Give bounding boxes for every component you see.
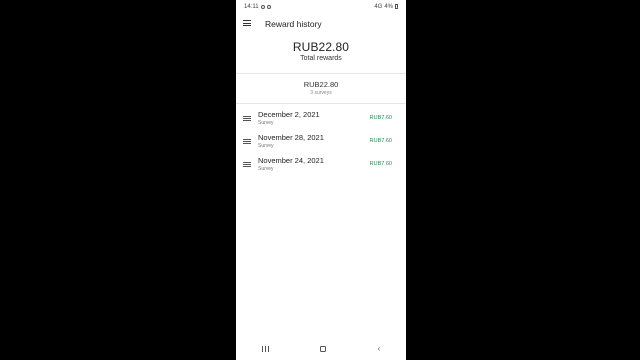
reward-amount: RUB7.60 xyxy=(369,138,392,144)
battery-label: 4% xyxy=(384,3,393,10)
reward-date: November 28, 2021 xyxy=(258,133,324,142)
reward-date: November 24, 2021 xyxy=(258,156,324,165)
list-icon xyxy=(243,116,251,122)
list-icon xyxy=(243,162,251,168)
nav-recent-apps-icon[interactable] xyxy=(261,346,269,352)
reward-type: Survey xyxy=(258,143,274,149)
nav-home-icon[interactable] xyxy=(320,346,327,352)
menu-icon[interactable] xyxy=(243,20,251,26)
divider xyxy=(236,103,406,104)
reward-date: December 2, 2021 xyxy=(258,110,320,119)
subtotal-amount: RUB22.80 xyxy=(303,80,339,89)
status-bar: 14:11 4G 4% xyxy=(236,0,406,13)
status-time: 14:11 xyxy=(244,3,259,10)
total-rewards-label: Total rewards xyxy=(300,55,342,62)
total-rewards-amount: RUB22.80 xyxy=(292,40,350,54)
reward-list: December 2, 2021 Survey RUB7.60 November… xyxy=(236,109,406,178)
page-title: Reward history xyxy=(265,19,322,29)
signal-label: 4G xyxy=(374,3,383,10)
status-right: 4G 4% xyxy=(374,4,398,10)
settings-status-icon xyxy=(260,4,265,9)
total-summary: RUB22.80 Total rewards xyxy=(236,40,406,62)
reward-amount: RUB7.60 xyxy=(369,115,392,121)
phone-screen: 14:11 4G 4% Reward history RUB22.80 Tota… xyxy=(236,0,406,360)
notification-status-icon xyxy=(266,4,271,9)
list-item[interactable]: November 24, 2021 Survey RUB7.60 xyxy=(236,155,406,178)
list-item[interactable]: December 2, 2021 Survey RUB7.60 xyxy=(236,109,406,132)
app-bar: Reward history xyxy=(236,14,406,34)
reward-type: Survey xyxy=(258,120,274,126)
nav-back-icon[interactable]: ‹ xyxy=(378,345,381,353)
status-left: 14:11 xyxy=(244,4,271,10)
survey-count: 3 surveys xyxy=(310,90,332,96)
list-item[interactable]: November 28, 2021 Survey RUB7.60 xyxy=(236,132,406,155)
reward-type: Survey xyxy=(258,166,274,172)
divider xyxy=(236,73,406,74)
reward-amount: RUB7.60 xyxy=(369,161,392,167)
battery-icon xyxy=(395,4,398,9)
subtotal-summary: RUB22.80 3 surveys xyxy=(236,80,406,96)
system-nav-bar: ‹ xyxy=(236,338,406,360)
list-icon xyxy=(243,139,251,145)
